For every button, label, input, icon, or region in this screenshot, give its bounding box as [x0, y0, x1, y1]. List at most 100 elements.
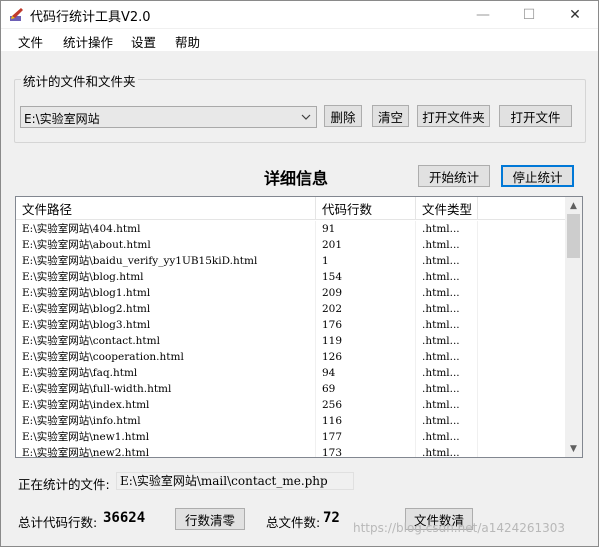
cell-lines: 126	[316, 349, 416, 365]
minimize-button[interactable]: —	[460, 1, 506, 28]
cell-path: E:\实验室网站\new2.html	[22, 445, 316, 457]
cell-path: E:\实验室网站\info.html	[22, 413, 316, 429]
close-button[interactable]: ✕	[552, 1, 598, 28]
cell-type: .html...	[416, 269, 478, 285]
total-files-value: 72	[323, 510, 340, 526]
start-count-button[interactable]: 开始统计	[418, 165, 490, 187]
table-row[interactable]: E:\实验室网站\blog.html 154 .html...	[16, 269, 566, 285]
maximize-button[interactable]: ☐	[506, 1, 552, 28]
cell-path: E:\实验室网站\blog3.html	[22, 317, 316, 333]
scrollbar-thumb[interactable]	[567, 214, 580, 258]
cell-lines: 94	[316, 365, 416, 381]
cell-type: .html...	[416, 381, 478, 397]
cell-path: E:\实验室网站\new1.html	[22, 429, 316, 445]
table-row[interactable]: E:\实验室网站\cooperation.html 126 .html...	[16, 349, 566, 365]
open-folder-button[interactable]: 打开文件夹	[417, 105, 490, 127]
table-row[interactable]: E:\实验室网站\baidu_verify_yy1UB15kiD.html 1 .h…	[16, 253, 566, 269]
table-row[interactable]: E:\实验室网站\about.html 201 .html...	[16, 237, 566, 253]
column-header-lines[interactable]: 代码行数	[316, 197, 416, 220]
details-title: 详细信息	[264, 169, 329, 188]
delete-button[interactable]: 删除	[324, 105, 362, 127]
menu-file[interactable]: 文件	[18, 32, 43, 51]
cell-lines: 116	[316, 413, 416, 429]
cell-path: E:\实验室网站\blog2.html	[22, 301, 316, 317]
table-row[interactable]: E:\实验室网站\index.html 256 .html...	[16, 397, 566, 413]
cell-type: .html...	[416, 301, 478, 317]
cell-lines: 202	[316, 301, 416, 317]
path-combobox[interactable]: E:\实验室网站	[20, 106, 317, 128]
menu-statistics[interactable]: 统计操作	[63, 32, 113, 51]
menu-help[interactable]: 帮助	[175, 32, 200, 51]
title-bar[interactable]: 代码行统计工具V2.0 — ☐ ✕	[1, 1, 598, 28]
file-list[interactable]: 文件路径 代码行数 文件类型 E:\实验室网站\404.html 91 .html.…	[15, 196, 583, 458]
cell-path: E:\实验室网站\blog.html	[22, 269, 316, 285]
cell-path: E:\实验室网站\404.html	[22, 221, 316, 237]
cell-type: .html...	[416, 317, 478, 333]
cell-type: .html...	[416, 253, 478, 269]
reset-lines-button[interactable]: 行数清零	[175, 508, 245, 530]
cell-path: E:\实验室网站\about.html	[22, 237, 316, 253]
cell-type: .html...	[416, 397, 478, 413]
cell-lines: 256	[316, 397, 416, 413]
menu-bar: 文件 统计操作 设置 帮助	[1, 29, 598, 51]
open-file-button[interactable]: 打开文件	[499, 105, 572, 127]
scroll-down-icon[interactable]: ▼	[565, 440, 582, 457]
scroll-up-icon[interactable]: ▲	[565, 197, 582, 214]
cell-lines: 201	[316, 237, 416, 253]
cell-path: E:\实验室网站\contact.html	[22, 333, 316, 349]
cell-lines: 91	[316, 221, 416, 237]
total-files-label: 总文件数:	[266, 515, 321, 530]
cell-type: .html...	[416, 285, 478, 301]
selected-path: E:\实验室网站	[24, 112, 100, 126]
list-header: 文件路径 代码行数 文件类型	[16, 197, 566, 220]
vertical-scrollbar[interactable]: ▲ ▼	[565, 197, 582, 457]
cell-path: E:\实验室网站\faq.html	[22, 365, 316, 381]
table-row[interactable]: E:\实验室网站\faq.html 94 .html...	[16, 365, 566, 381]
current-file-value: E:\实验室网站\mail\contact_me.php	[116, 472, 354, 490]
clear-button[interactable]: 清空	[372, 105, 409, 127]
cell-lines: 177	[316, 429, 416, 445]
cell-path: E:\实验室网站\full-width.html	[22, 381, 316, 397]
stop-count-button[interactable]: 停止统计	[501, 165, 574, 187]
cell-path: E:\实验室网站\blog1.html	[22, 285, 316, 301]
cell-type: .html...	[416, 429, 478, 445]
current-file-label: 正在统计的文件:	[18, 477, 110, 492]
table-row[interactable]: E:\实验室网站\full-width.html 69 .html...	[16, 381, 566, 397]
table-row[interactable]: E:\实验室网站\contact.html 119 .html...	[16, 333, 566, 349]
table-row[interactable]: E:\实验室网站\new2.html 173 .html...	[16, 445, 566, 457]
window-title: 代码行统计工具V2.0	[30, 10, 151, 25]
cell-lines: 1	[316, 253, 416, 269]
watermark-text: https://blog.csdn.net/a1424261303	[353, 521, 566, 535]
table-row[interactable]: E:\实验室网站\info.html 116 .html...	[16, 413, 566, 429]
app-pen-icon	[10, 8, 23, 21]
cell-type: .html...	[416, 349, 478, 365]
cell-lines: 176	[316, 317, 416, 333]
chevron-down-icon[interactable]	[299, 109, 313, 125]
table-row[interactable]: E:\实验室网站\new1.html 177 .html...	[16, 429, 566, 445]
cell-path: E:\实验室网站\index.html	[22, 397, 316, 413]
cell-type: .html...	[416, 413, 478, 429]
cell-type: .html...	[416, 221, 478, 237]
column-header-path[interactable]: 文件路径	[16, 197, 316, 220]
total-lines-value: 36624	[103, 510, 146, 526]
cell-type: .html...	[416, 445, 478, 457]
files-group-title: 统计的文件和文件夹	[21, 71, 138, 90]
cell-path: E:\实验室网站\baidu_verify_yy1UB15kiD.html	[22, 253, 316, 269]
table-row[interactable]: E:\实验室网站\blog2.html 202 .html...	[16, 301, 566, 317]
cell-type: .html...	[416, 333, 478, 349]
total-lines-label: 总计代码行数:	[18, 515, 98, 530]
cell-path: E:\实验室网站\cooperation.html	[22, 349, 316, 365]
cell-lines: 173	[316, 445, 416, 457]
cell-type: .html...	[416, 237, 478, 253]
table-row[interactable]: E:\实验室网站\404.html 91 .html...	[16, 221, 566, 237]
menu-settings[interactable]: 设置	[131, 32, 156, 51]
table-row[interactable]: E:\实验室网站\blog3.html 176 .html...	[16, 317, 566, 333]
column-header-type[interactable]: 文件类型	[416, 197, 478, 220]
table-row[interactable]: E:\实验室网站\blog1.html 209 .html...	[16, 285, 566, 301]
cell-type: .html...	[416, 365, 478, 381]
cell-lines: 119	[316, 333, 416, 349]
cell-lines: 154	[316, 269, 416, 285]
cell-lines: 209	[316, 285, 416, 301]
cell-lines: 69	[316, 381, 416, 397]
app-window: 代码行统计工具V2.0 — ☐ ✕ 文件 统计操作 设置 帮助 统计的文件和文件…	[0, 0, 599, 547]
